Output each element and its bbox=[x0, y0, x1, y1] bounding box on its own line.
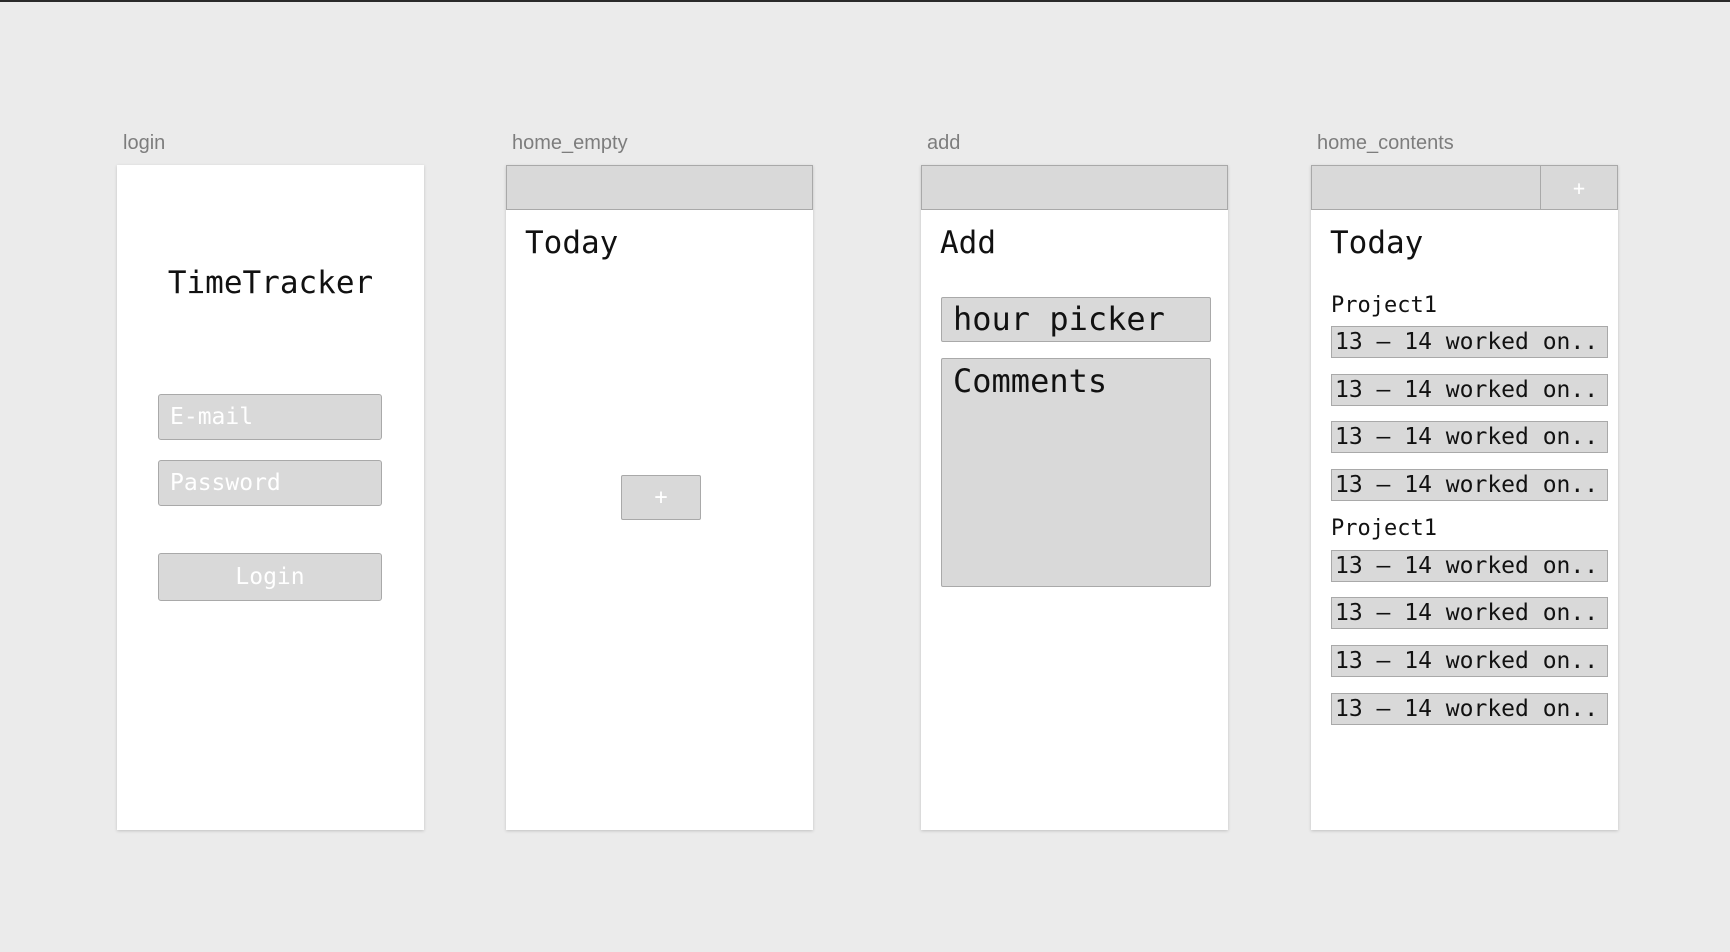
time-entry[interactable]: 13 – 14 worked on.. bbox=[1331, 645, 1608, 677]
comments-field[interactable]: Comments bbox=[941, 358, 1211, 587]
time-entry[interactable]: 13 – 14 worked on.. bbox=[1331, 326, 1608, 358]
page-title: Today bbox=[1330, 225, 1424, 261]
login-screen: TimeTracker Login bbox=[117, 165, 424, 830]
time-entry[interactable]: 13 – 14 worked on.. bbox=[1331, 693, 1608, 725]
time-entry[interactable]: 13 – 14 worked on.. bbox=[1331, 597, 1608, 629]
canvas-top-border bbox=[0, 0, 1730, 2]
add-entry-button[interactable]: + bbox=[1540, 165, 1618, 210]
page-title: Today bbox=[525, 225, 619, 261]
frame-label-add: add bbox=[927, 132, 961, 154]
email-field[interactable] bbox=[158, 394, 382, 440]
time-entry[interactable]: 13 – 14 worked on.. bbox=[1331, 469, 1608, 501]
project-name: Project1 bbox=[1331, 293, 1437, 318]
password-field[interactable] bbox=[158, 460, 382, 506]
time-entry[interactable]: 13 – 14 worked on.. bbox=[1331, 421, 1608, 453]
login-button[interactable]: Login bbox=[158, 553, 382, 601]
time-entry[interactable]: 13 – 14 worked on.. bbox=[1331, 550, 1608, 582]
top-bar bbox=[921, 165, 1228, 210]
top-bar bbox=[1311, 165, 1541, 210]
page-title: Add bbox=[940, 225, 996, 261]
project-name: Project1 bbox=[1331, 516, 1437, 541]
app-title: TimeTracker bbox=[167, 265, 374, 301]
hour-picker[interactable]: hour picker bbox=[941, 297, 1211, 342]
home-empty-screen: Today + bbox=[506, 165, 813, 830]
add-screen: Add hour picker Comments bbox=[921, 165, 1228, 830]
top-bar bbox=[506, 165, 813, 210]
time-entry[interactable]: 13 – 14 worked on.. bbox=[1331, 374, 1608, 406]
add-entry-button[interactable]: + bbox=[621, 475, 701, 520]
frame-label-login: login bbox=[123, 132, 166, 154]
frame-label-home-empty: home_empty bbox=[512, 132, 628, 154]
home-contents-screen: + Today Project1 13 – 14 worked on.. 13 … bbox=[1311, 165, 1618, 830]
frame-label-home-contents: home_contents bbox=[1317, 132, 1454, 154]
